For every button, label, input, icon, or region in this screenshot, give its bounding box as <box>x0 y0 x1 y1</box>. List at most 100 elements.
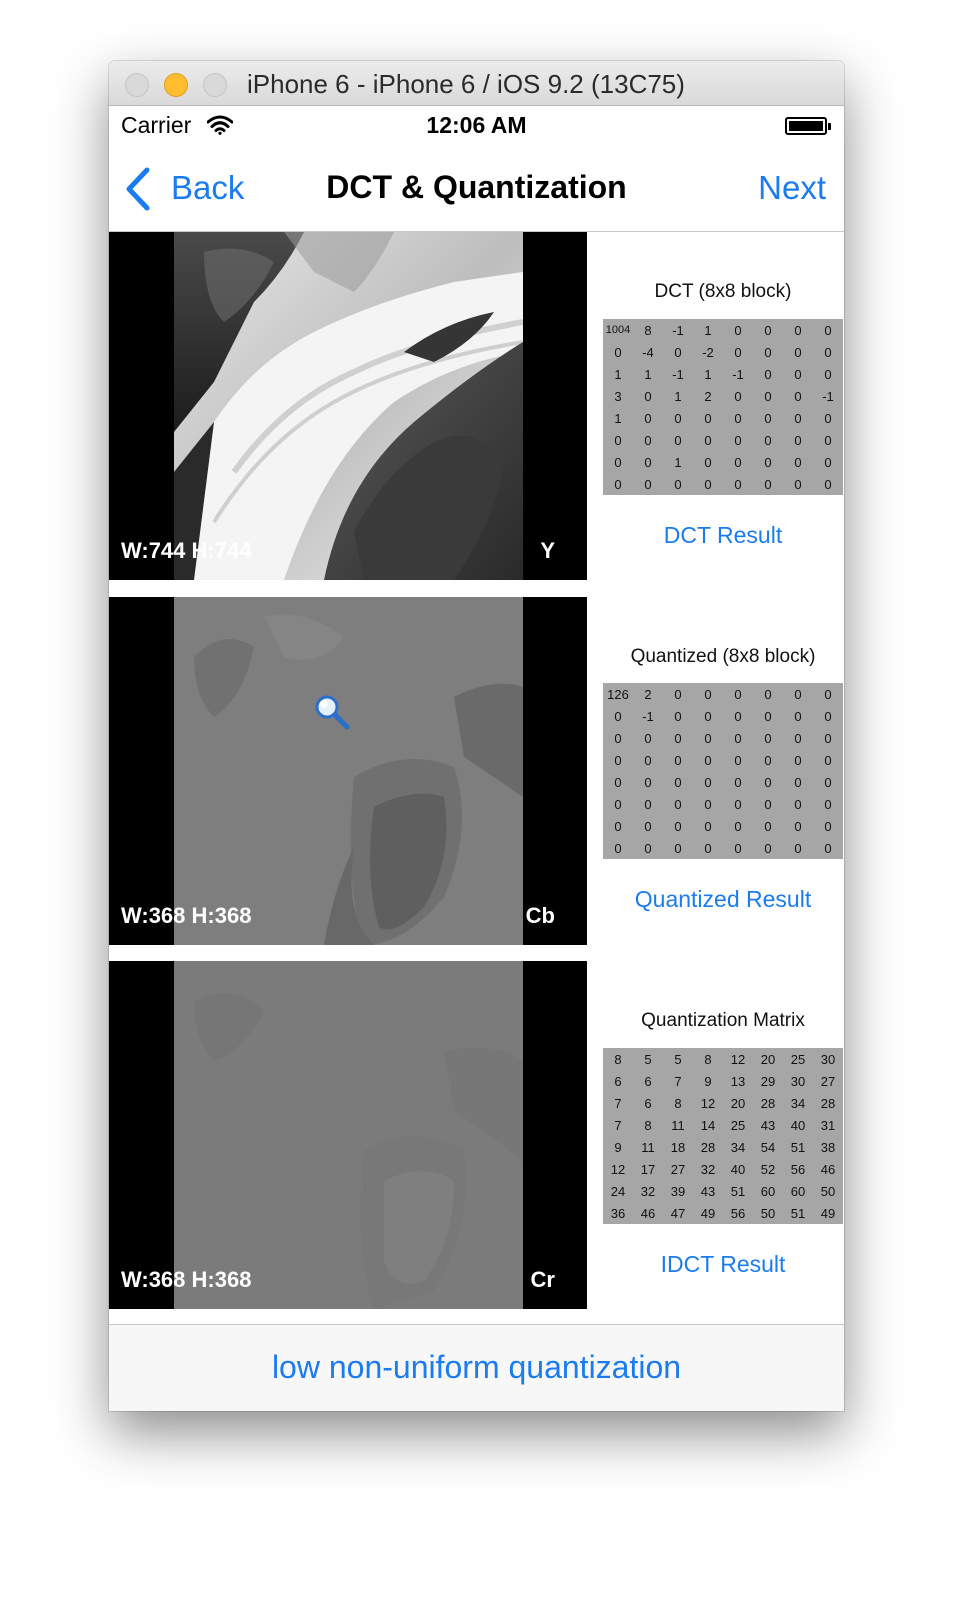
matrix-cell: 0 <box>794 410 802 426</box>
zoom-window-button[interactable] <box>203 73 227 97</box>
matrix-cell: 8 <box>674 1095 682 1111</box>
matrix-cell: 9 <box>704 1073 712 1089</box>
matrix-cell: 0 <box>734 818 742 834</box>
matrix-cell: 0 <box>734 454 742 470</box>
matrix-cell: 0 <box>764 840 772 856</box>
matrix-cell: 47 <box>670 1205 686 1221</box>
matrix-cell: 0 <box>704 818 712 834</box>
simulator-window: iPhone 6 - iPhone 6 / iOS 9.2 (13C75) Ca… <box>109 61 844 1411</box>
matrix-cell: -1 <box>822 388 834 404</box>
dct-matrix-title: DCT (8x8 block) <box>654 281 792 302</box>
magnifier-icon[interactable] <box>314 694 354 734</box>
matrix-cell: 0 <box>644 752 652 768</box>
matrix-cell: 0 <box>824 752 832 768</box>
matrix-cell: 46 <box>640 1205 656 1221</box>
matrix-cell: 0 <box>764 818 772 834</box>
matrix-cell: 0 <box>644 432 652 448</box>
battery-icon <box>785 117 831 135</box>
matrix-cell: 0 <box>704 840 712 856</box>
dct-section: DCT (8x8 block) 1004 8 -1 1 0 0 0 0 0 -4 0 -2 0 0 0 0 1 1… <box>603 232 843 580</box>
matrix-cell: 1 <box>644 366 652 382</box>
matrix-cell: 20 <box>730 1095 746 1111</box>
quantization-mode-button[interactable]: low non-uniform quantization <box>109 1349 844 1386</box>
matrix-cell: 6 <box>644 1073 652 1089</box>
matrix-cell: 0 <box>704 476 712 492</box>
matrix-cell: 0 <box>674 432 682 448</box>
matrix-cell: 0 <box>824 322 832 338</box>
matrix-cell: 51 <box>730 1183 746 1199</box>
matrix-cell: 0 <box>824 840 832 856</box>
matrix-cell: 0 <box>794 840 802 856</box>
matrix-cell: 0 <box>794 708 802 724</box>
matrix-cell: 0 <box>704 454 712 470</box>
quantized-matrix-title: Quantized (8x8 block) <box>630 646 816 667</box>
dct-result-button[interactable]: DCT Result <box>603 522 843 549</box>
cr-channel-label: Cr <box>530 1267 555 1292</box>
matrix-cell: 0 <box>644 410 652 426</box>
matrix-cell: 60 <box>760 1183 776 1199</box>
matrix-cell: 0 <box>734 322 742 338</box>
cb-dimensions-label: W:368 H:368 <box>121 903 252 928</box>
cb-channel-panel: W:368 H:368 Cb <box>109 597 587 945</box>
matrix-cell: 0 <box>824 686 832 702</box>
matrix-cell: -1 <box>672 366 684 382</box>
matrix-cell: 0 <box>614 454 622 470</box>
minimize-window-button[interactable] <box>164 73 188 97</box>
matrix-cell: 0 <box>734 388 742 404</box>
status-bar: Carrier 12:06 AM <box>109 106 844 148</box>
matrix-cell: 0 <box>764 752 772 768</box>
matrix-cell: 0 <box>674 840 682 856</box>
matrix-cell: 6 <box>614 1073 622 1089</box>
matrix-cell: 49 <box>700 1205 716 1221</box>
matrix-cell: 43 <box>760 1117 776 1133</box>
matrix-cell: 0 <box>734 686 742 702</box>
matrix-cell: 0 <box>824 344 832 360</box>
matrix-cell: 0 <box>674 410 682 426</box>
matrix-cell: 24 <box>610 1183 626 1199</box>
matrix-cell: 0 <box>704 796 712 812</box>
matrix-cell: 20 <box>760 1051 776 1067</box>
matrix-cell: 0 <box>794 686 802 702</box>
matrix-cell: 0 <box>734 752 742 768</box>
matrix-cell: 0 <box>764 454 772 470</box>
quantized-section: Quantized (8x8 block) 126 2 0 0 0 0 0 0 0 -1 0 0 0 0 0… <box>603 597 843 945</box>
matrix-cell: 0 <box>734 796 742 812</box>
matrix-cell: 0 <box>764 432 772 448</box>
matrix-cell: 0 <box>704 708 712 724</box>
matrix-cell: 56 <box>730 1205 746 1221</box>
matrix-cell: 0 <box>764 476 772 492</box>
matrix-cell: -1 <box>642 708 654 724</box>
matrix-cell: 0 <box>794 752 802 768</box>
matrix-cell: 0 <box>614 730 622 746</box>
matrix-cell: 5 <box>674 1051 682 1067</box>
quantized-result-button[interactable]: Quantized Result <box>603 886 843 913</box>
y-dimensions-label: W:744 H:744 <box>121 538 252 563</box>
matrix-cell: 17 <box>640 1161 656 1177</box>
close-window-button[interactable] <box>125 73 149 97</box>
matrix-cell: 0 <box>704 730 712 746</box>
matrix-cell: 9 <box>614 1139 622 1155</box>
matrix-cell: 0 <box>704 774 712 790</box>
matrix-cell: 56 <box>790 1161 806 1177</box>
matrix-cell: 7 <box>614 1095 622 1111</box>
matrix-cell: 0 <box>824 708 832 724</box>
matrix-cell: 27 <box>820 1073 836 1089</box>
matrix-cell: 0 <box>794 344 802 360</box>
matrix-cell: 0 <box>734 840 742 856</box>
matrix-cell: 0 <box>674 730 682 746</box>
matrix-cell: 0 <box>614 774 622 790</box>
matrix-cell: 0 <box>764 388 772 404</box>
matrix-cell: 0 <box>614 432 622 448</box>
matrix-cell: 0 <box>764 796 772 812</box>
matrix-cell: 0 <box>734 708 742 724</box>
matrix-cell: 0 <box>644 796 652 812</box>
matrix-cell: 0 <box>794 322 802 338</box>
matrix-cell: 0 <box>644 774 652 790</box>
matrix-cell: 0 <box>794 818 802 834</box>
matrix-cell: 8 <box>704 1051 712 1067</box>
next-button[interactable]: Next <box>758 169 826 207</box>
matrix-cell: 25 <box>730 1117 746 1133</box>
matrix-cell: 126 <box>607 686 629 702</box>
matrix-cell: 0 <box>674 344 682 360</box>
idct-result-button[interactable]: IDCT Result <box>603 1251 843 1278</box>
